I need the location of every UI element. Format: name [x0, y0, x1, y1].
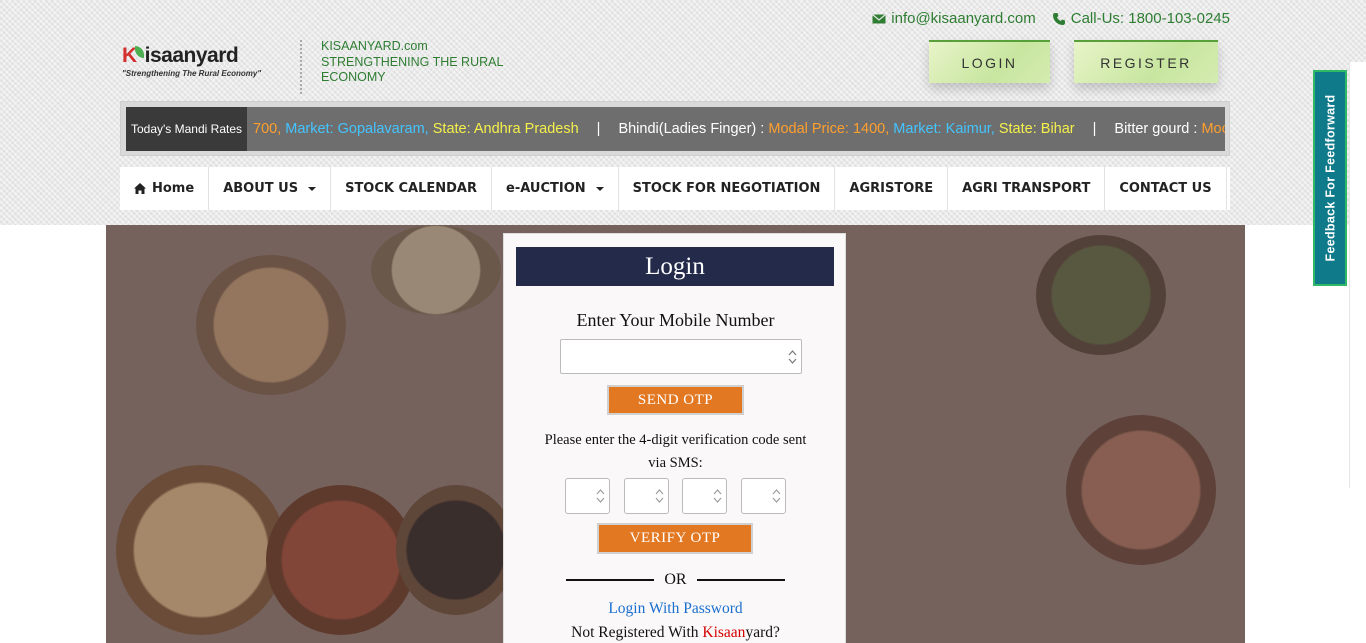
feedback-tab[interactable]: Feedback For Feedforward — [1313, 70, 1347, 286]
ticker-price: Moc — [1201, 121, 1225, 137]
spinner-arrows-icon — [713, 489, 722, 503]
caret-down-icon — [595, 186, 604, 191]
mandi-rates-ticker: Today's Mandi Rates 700, Market: Gopalav… — [120, 101, 1230, 156]
otp-instruction: Please enter the 4-digit verification co… — [544, 432, 807, 471]
nav-contact-us[interactable]: CONTACT US — [1105, 167, 1227, 210]
phone-text: Call-Us: 1800-103-0245 — [1070, 10, 1230, 27]
not-registered-text: Not Registered With Kisaanyard? — [504, 624, 847, 642]
header-login-button[interactable]: LOGIN — [929, 40, 1050, 83]
envelope-icon — [872, 13, 887, 23]
spinner-arrows-icon — [596, 489, 605, 503]
logo-tagline: "Strengthening The Rural Economy" — [122, 69, 262, 78]
ticker-label: Today's Mandi Rates — [126, 107, 247, 151]
otp-digit-1-input[interactable] — [565, 478, 610, 514]
site-tagline: KISAANYARD.com STRENGTHENING THE RURAL E… — [321, 39, 511, 86]
ticker-state: State: Bihar — [998, 121, 1075, 137]
otp-digit-4-input[interactable] — [741, 478, 786, 514]
spinner-arrows-icon — [772, 489, 781, 503]
logo-wordmark: Kisaanyard — [122, 44, 239, 67]
tagline-line: STRENGTHENING THE RURAL — [321, 54, 504, 69]
logo[interactable]: Kisaanyard "Strengthening The Rural Econ… — [122, 44, 272, 88]
nav-e-auction[interactable]: e-AUCTION — [492, 167, 619, 210]
nav-contact-label: CONTACT US — [1119, 181, 1212, 196]
verify-otp-button[interactable]: VERIFY OTP — [597, 523, 753, 554]
ticker-state: State: Andhra Pradesh — [432, 121, 579, 137]
main-navbar: Home ABOUT US STOCK CALENDAR e-AUCTION S… — [120, 167, 1230, 210]
header-divider — [300, 40, 302, 94]
header-register-button[interactable]: REGISTER — [1074, 40, 1218, 83]
nav-about-label: ABOUT US — [223, 181, 299, 196]
divider-line — [566, 579, 655, 581]
caret-down-icon — [308, 186, 317, 191]
tagline-line: KISAANYARD.com — [321, 39, 428, 53]
nav-agristore[interactable]: AGRISTORE — [835, 167, 949, 210]
login-card: Login Enter Your Mobile Number SEND OTP … — [503, 233, 846, 643]
nav-transport-label: AGRI TRANSPORT — [962, 181, 1091, 196]
divider-line — [696, 579, 785, 581]
or-divider: OR — [564, 569, 787, 591]
ticker-track[interactable]: 700, Market: Gopalavaram, State: Andhra … — [247, 107, 1225, 151]
nav-home-label: Home — [152, 181, 195, 196]
brand-highlight: Kisaan — [702, 624, 746, 641]
otp-digit-2-input[interactable] — [624, 478, 669, 514]
login-title: Login — [516, 247, 834, 286]
nav-agristore-label: AGRISTORE — [849, 181, 934, 196]
nav-home[interactable]: Home — [120, 167, 210, 210]
nav-stock-calendar[interactable]: STOCK CALENDAR — [331, 167, 493, 210]
home-icon — [134, 183, 146, 194]
ticker-separator: | — [596, 121, 601, 137]
mobile-number-input[interactable] — [560, 339, 802, 374]
send-otp-button[interactable]: SEND OTP — [607, 385, 744, 415]
email-text: info@kisaanyard.com — [891, 10, 1036, 27]
ticker-market: Market: Gopalavaram, — [285, 121, 429, 137]
ticker-price: Modal Price: 1400, — [768, 121, 890, 137]
mobile-label: Enter Your Mobile Number — [576, 310, 775, 330]
ticker-crop: Bitter gourd : — [1114, 121, 1202, 137]
ticker-price: 700, — [253, 121, 282, 137]
nav-e-auction-label: e-AUCTION — [506, 181, 586, 196]
spinner-arrows-icon — [655, 489, 664, 503]
phone-icon — [1052, 12, 1065, 25]
not-registered-prefix: Not Registered With — [571, 624, 703, 641]
email-link[interactable]: info@kisaanyard.com — [872, 10, 1036, 27]
phone-link[interactable]: Call-Us: 1800-103-0245 — [1052, 10, 1230, 27]
otp-digit-3-input[interactable] — [682, 478, 727, 514]
nav-negotiation-label: STOCK FOR NEGOTIATION — [632, 181, 821, 196]
feedback-label: Feedback For Feedforward — [1323, 94, 1337, 262]
nav-stock-for-negotiation[interactable]: STOCK FOR NEGOTIATION — [619, 167, 836, 210]
login-with-password-link[interactable]: Login With Password — [504, 600, 847, 618]
ticker-separator: | — [1092, 121, 1097, 137]
nav-about-us[interactable]: ABOUT US — [209, 167, 332, 210]
tagline-line: ECONOMY — [321, 70, 386, 84]
page-scrollbar[interactable] — [1349, 62, 1366, 488]
ticker-crop: Bhindi(Ladies Finger) : — [618, 121, 769, 137]
nav-stock-calendar-label: STOCK CALENDAR — [345, 181, 478, 196]
spinner-arrows-icon — [788, 349, 797, 364]
not-registered-suffix: yard? — [745, 624, 780, 641]
or-text: OR — [664, 571, 687, 588]
ticker-market: Market: Kaimur, — [893, 121, 995, 137]
nav-agri-transport[interactable]: AGRI TRANSPORT — [948, 167, 1106, 210]
contact-bar: info@kisaanyard.com Call-Us: 1800-103-02… — [872, 10, 1230, 27]
